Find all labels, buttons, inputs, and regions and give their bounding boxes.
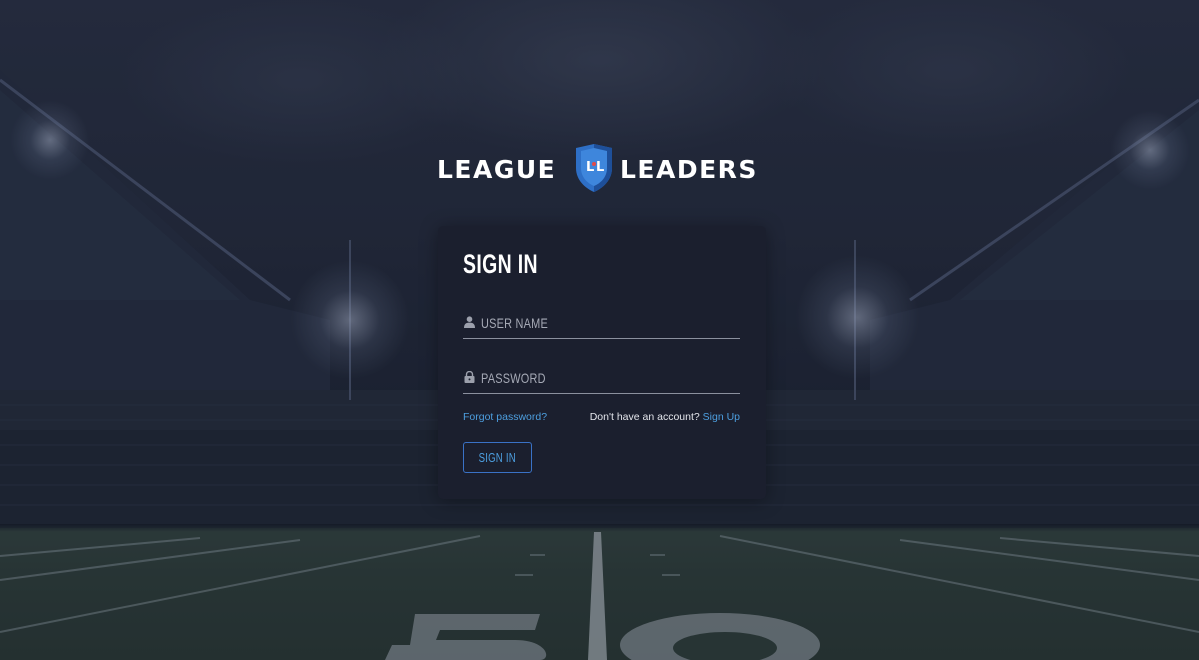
sign-in-button-label: SIGN IN: [478, 450, 517, 465]
logo-word-leaders: LEADERS: [620, 155, 758, 184]
sign-up-link[interactable]: Sign Up: [703, 411, 740, 423]
lock-icon: [464, 371, 475, 383]
password-field[interactable]: [463, 363, 740, 394]
sign-in-card: SIGN IN Forgot password? Don't have an a…: [438, 226, 766, 499]
sign-in-button[interactable]: SIGN IN: [463, 442, 532, 473]
signup-prompt-row: Don't have an account? Sign Up: [590, 411, 740, 423]
shield-logo-icon: L L: [576, 144, 612, 192]
signup-prompt-text: Don't have an account?: [589, 411, 703, 423]
username-input[interactable]: [481, 312, 680, 334]
logo-word-league: LEAGUE: [437, 155, 557, 184]
forgot-password-link[interactable]: Forgot password?: [463, 411, 547, 423]
svg-text:L: L: [596, 160, 604, 175]
user-icon: [464, 316, 475, 328]
sign-in-title: SIGN IN: [463, 249, 538, 279]
brand-logo: LEAGUE L L LEADERS: [437, 144, 767, 192]
login-page: LEAGUE L L LEADERS SIGN IN USER NAME For…: [0, 0, 1199, 660]
password-input[interactable]: [481, 367, 680, 389]
username-field[interactable]: [463, 308, 740, 339]
